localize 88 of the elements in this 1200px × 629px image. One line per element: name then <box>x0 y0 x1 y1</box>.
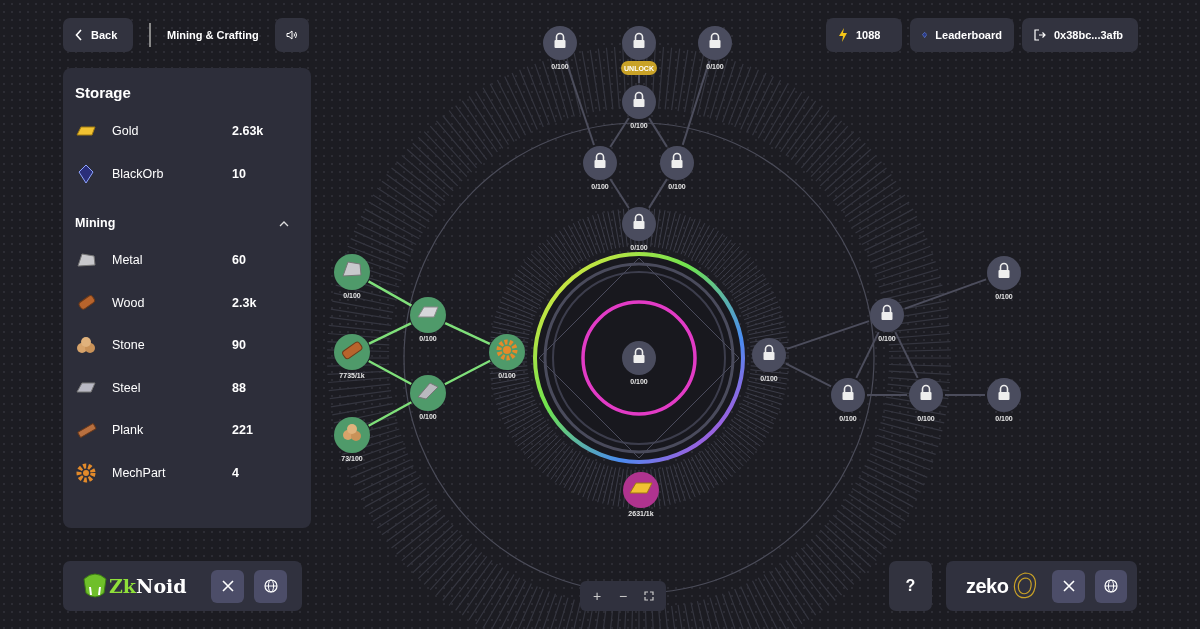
rings-icon <box>1012 571 1039 601</box>
ingot-icon <box>629 482 653 494</box>
fullscreen-icon <box>644 591 654 601</box>
locked-node[interactable] <box>909 378 943 412</box>
gear-icon <box>75 462 97 485</box>
resource-node[interactable] <box>410 375 446 411</box>
globe-icon <box>263 579 278 593</box>
zoom-out-button[interactable]: − <box>612 584 634 608</box>
help-button[interactable]: ? <box>889 561 932 611</box>
item-name: BlackOrb <box>112 165 165 183</box>
locked-node[interactable] <box>987 256 1021 290</box>
locked-node[interactable] <box>622 85 656 119</box>
x-button[interactable] <box>211 569 244 603</box>
item-amount: 90 <box>232 337 246 355</box>
chevron-left-icon <box>75 29 83 41</box>
lock-icon <box>633 213 645 229</box>
lock-icon <box>763 344 775 360</box>
lock-icon <box>881 304 893 320</box>
globe-icon <box>1103 579 1118 593</box>
ingot-icon <box>417 306 439 318</box>
locked-node[interactable] <box>698 26 732 60</box>
sound-button[interactable] <box>274 18 309 52</box>
item-name: Steel <box>112 379 142 397</box>
item-amount: 4 <box>232 464 239 482</box>
snake-icon <box>81 571 109 601</box>
lock-icon <box>594 152 606 168</box>
item-amount: 2.3k <box>232 294 257 312</box>
lock-icon <box>633 91 645 107</box>
wallet-button[interactable]: 0x38bc...3afb <box>1022 18 1138 52</box>
lock-icon <box>709 32 721 48</box>
resource-node[interactable] <box>334 417 370 453</box>
lock-icon <box>920 384 932 400</box>
chevron-up-icon <box>279 220 289 227</box>
lock-icon <box>842 384 854 400</box>
logo-text: ZkNoid <box>109 573 188 599</box>
lock-icon <box>998 262 1010 278</box>
ore-icon <box>342 261 362 277</box>
locked-node[interactable] <box>543 26 577 60</box>
zoom-in-button[interactable]: + <box>586 584 608 608</box>
logout-icon <box>1034 29 1046 41</box>
item-amount: 60 <box>232 252 246 270</box>
locked-node[interactable] <box>831 378 865 412</box>
lock-icon <box>998 384 1010 400</box>
lock-icon <box>633 32 645 48</box>
item-name: Metal <box>112 252 144 270</box>
gear-icon <box>496 339 518 361</box>
resource-node[interactable] <box>334 334 370 370</box>
section-title: Mining <box>75 215 116 233</box>
item-amount: 10 <box>232 165 246 183</box>
locked-node[interactable] <box>870 298 904 332</box>
section-title: Storage <box>75 83 132 103</box>
resource-node[interactable] <box>489 334 525 370</box>
lock-icon <box>554 32 566 48</box>
lightning-icon <box>838 28 848 42</box>
energy-button[interactable]: 1088 <box>826 18 902 52</box>
ingot-icon <box>417 382 439 400</box>
item-name: MechPart <box>112 464 167 482</box>
locked-node[interactable] <box>622 26 656 60</box>
leaderboard-button[interactable]: Leaderboard <box>910 18 1014 52</box>
logo-text: zeko <box>966 574 1009 599</box>
locked-node[interactable] <box>583 146 617 180</box>
item-amount: 88 <box>232 379 246 397</box>
x-icon <box>221 580 234 592</box>
resource-node[interactable] <box>334 254 370 290</box>
locked-node[interactable] <box>660 146 694 180</box>
locked-node[interactable] <box>987 378 1021 412</box>
item-name: Plank <box>112 422 145 440</box>
page-title: Mining & Crafting <box>167 27 259 43</box>
locked-node[interactable] <box>622 341 656 375</box>
locked-node[interactable] <box>622 207 656 241</box>
item-name: Wood <box>112 294 146 312</box>
item-name: Gold <box>112 123 140 141</box>
item-name: Stone <box>112 337 146 355</box>
x-icon <box>1062 580 1075 592</box>
x-button[interactable] <box>1052 569 1085 603</box>
back-button[interactable]: Back <box>63 18 133 52</box>
lock-icon <box>633 347 645 363</box>
item-amount: 221 <box>232 422 253 440</box>
log-icon <box>341 340 364 361</box>
speaker-icon <box>285 30 298 40</box>
stones-icon <box>343 424 361 441</box>
locked-node[interactable] <box>752 338 786 372</box>
website-button[interactable] <box>1094 569 1127 603</box>
resource-node[interactable] <box>410 297 446 333</box>
resource-node[interactable] <box>623 472 659 508</box>
item-amount: 2.63k <box>232 123 264 141</box>
website-button[interactable] <box>254 569 287 603</box>
lock-icon <box>671 152 683 168</box>
